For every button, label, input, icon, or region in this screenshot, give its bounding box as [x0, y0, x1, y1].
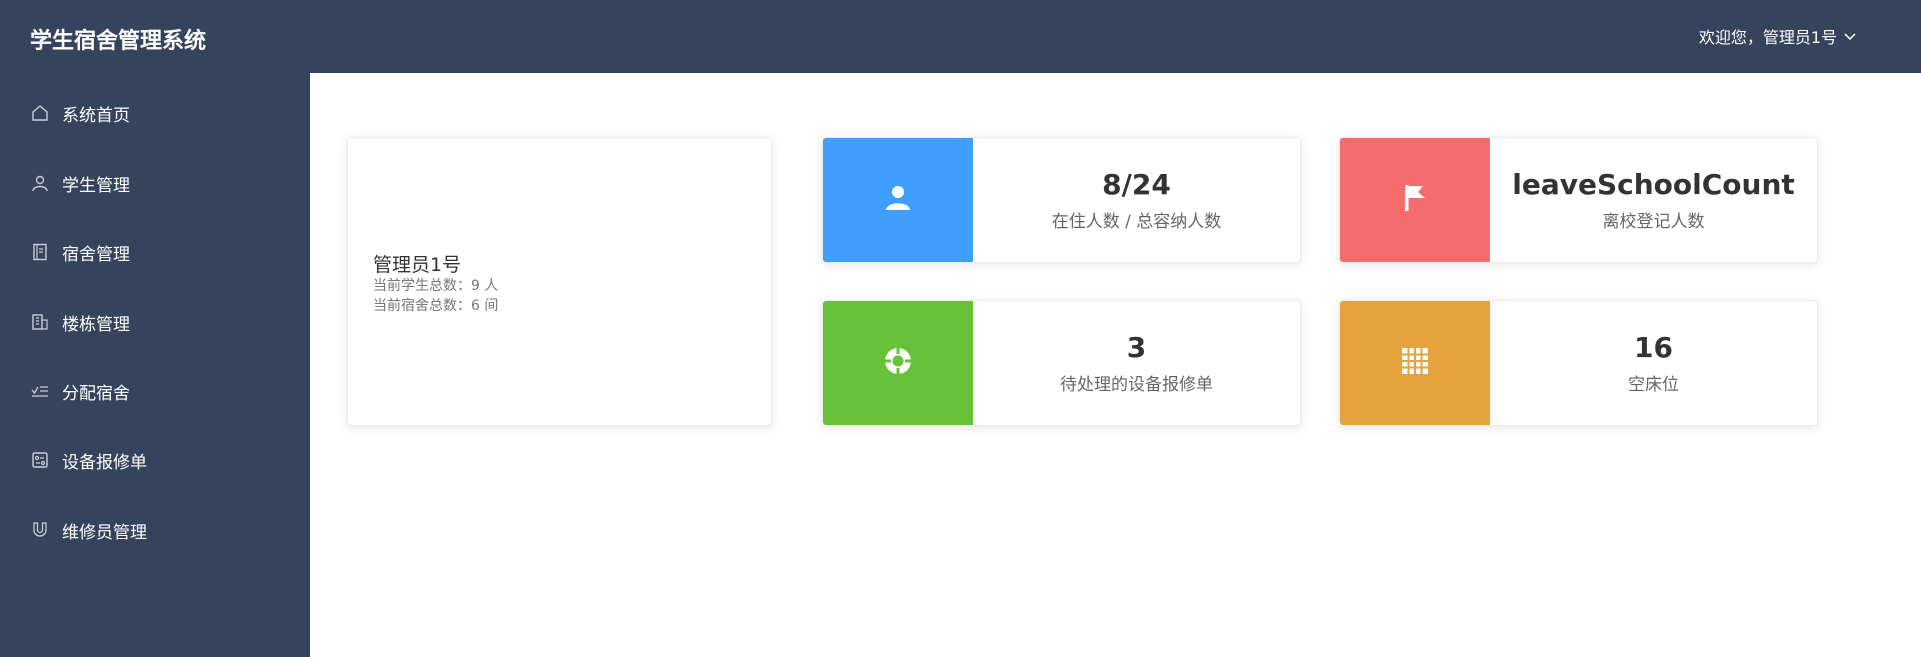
sidebar-item-label: 学生管理 — [62, 175, 130, 196]
stat-card-leave-school: leaveSchoolCount 离校登记人数 — [1339, 137, 1818, 263]
sidebar-item-buildings[interactable]: 楼栋管理 — [0, 299, 310, 345]
stat-icon-block — [1340, 138, 1490, 262]
stat-value: leaveSchoolCount — [1512, 167, 1795, 201]
sidebar-item-assign[interactable]: 分配宿舍 — [0, 368, 310, 414]
sidebar-item-label: 宿舍管理 — [62, 244, 130, 265]
flag-icon — [1399, 182, 1431, 218]
stat-icon-block — [823, 138, 973, 262]
stat-value: 16 — [1634, 330, 1673, 364]
home-icon — [30, 103, 50, 123]
stat-label: 空床位 — [1628, 374, 1679, 395]
checklist-icon — [30, 381, 50, 401]
sidebar-item-label: 设备报修单 — [62, 452, 147, 473]
sidebar-item-home[interactable]: 系统首页 — [0, 90, 310, 136]
sidebar-item-label: 楼栋管理 — [62, 314, 130, 335]
dorm-total: 当前宿舍总数：6 间 — [373, 298, 499, 314]
top-header: 学生宿舍管理系统 欢迎您，管理员1号 — [0, 0, 1921, 73]
stat-card-pending-repairs: 3 待处理的设备报修单 — [822, 300, 1301, 426]
profile-card: 管理员1号 当前学生总数：9 人 当前宿舍总数：6 间 — [347, 137, 772, 426]
grid-icon — [1399, 345, 1431, 381]
building-icon — [30, 312, 50, 332]
stat-label: 在住人数 / 总容纳人数 — [1051, 211, 1222, 232]
sidebar-item-repairmen[interactable]: 维修员管理 — [0, 507, 310, 553]
chevron-down-icon — [1843, 0, 1857, 76]
sidebar-item-label: 系统首页 — [62, 105, 130, 126]
stat-card-empty-beds: 16 空床位 — [1339, 300, 1818, 426]
sidebar-item-repairs[interactable]: 设备报修单 — [0, 437, 310, 483]
app-title: 学生宿舍管理系统 — [30, 29, 207, 54]
user-icon — [30, 173, 50, 193]
lifebuoy-icon — [882, 345, 914, 381]
sidebar-item-label: 维修员管理 — [62, 522, 147, 543]
profile-name: 管理员1号 — [373, 254, 462, 276]
notebook-icon — [30, 242, 50, 262]
stat-label: 离校登记人数 — [1602, 211, 1705, 232]
stat-label: 待处理的设备报修单 — [1060, 374, 1213, 395]
stat-value: 8/24 — [1102, 167, 1171, 201]
stat-icon-block — [1340, 301, 1490, 425]
magnet-icon — [30, 520, 50, 540]
ticket-icon — [30, 450, 50, 470]
stat-icon-block — [823, 301, 973, 425]
sidebar: 系统首页 学生管理 宿舍管理 楼栋管理 分配宿舍 设备报修单 维修员管理 — [0, 73, 310, 657]
sidebar-item-students[interactable]: 学生管理 — [0, 160, 310, 206]
user-menu[interactable]: 欢迎您，管理员1号 — [1699, 0, 1857, 76]
student-total: 当前学生总数：9 人 — [373, 278, 499, 294]
sidebar-item-dorms[interactable]: 宿舍管理 — [0, 229, 310, 275]
stat-card-occupancy: 8/24 在住人数 / 总容纳人数 — [822, 137, 1301, 263]
welcome-text: 欢迎您，管理员1号 — [1698, 28, 1837, 47]
sidebar-item-label: 分配宿舍 — [62, 383, 130, 404]
user-icon — [882, 182, 914, 218]
stat-value: 3 — [1126, 330, 1147, 364]
